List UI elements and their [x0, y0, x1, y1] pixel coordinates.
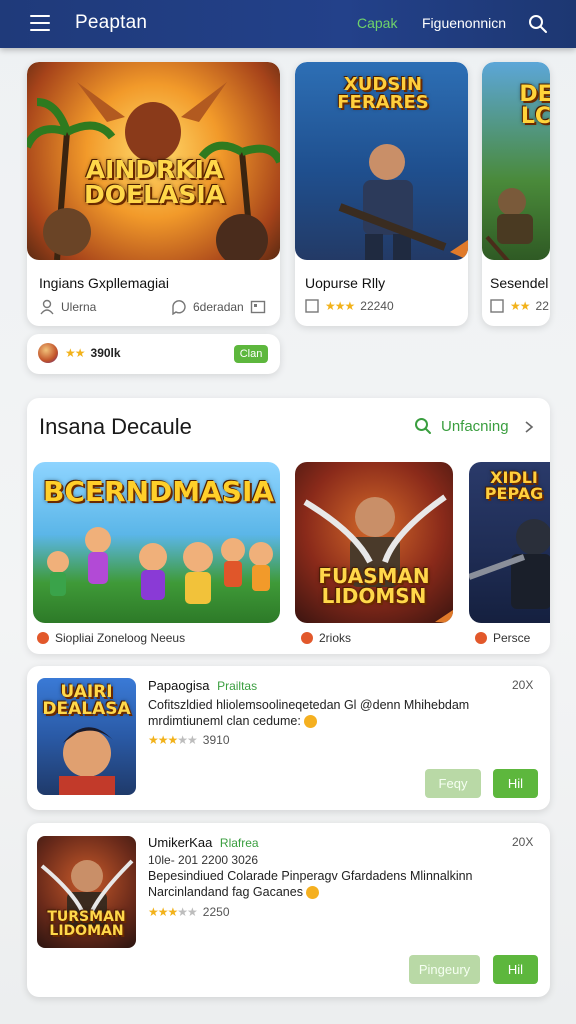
item-subdescription-text: Narcinlandand fag Gacanes: [148, 885, 303, 899]
star-rating: ★★★★★: [148, 905, 198, 919]
game-thumbnail[interactable]: XUDSIN FERARES: [295, 62, 468, 260]
item-count: 20X: [512, 835, 534, 849]
game-thumbnail[interactable]: BCERNDMASIA: [33, 462, 280, 623]
rating-meta: ★★★★★ 2250: [148, 905, 230, 919]
game-thumbnail[interactable]: DE LC: [482, 62, 550, 260]
status-dot-icon: [301, 632, 313, 644]
list-item[interactable]: UAIRI DEALASA Papaogisa Prailtas 20X Cof…: [27, 666, 550, 810]
secondary-button[interactable]: Feqy: [425, 769, 481, 798]
item-tag: Prailtas: [217, 679, 258, 693]
rating-count: 390lk: [90, 346, 121, 360]
game-card[interactable]: AINDRKIA DOELASIA Ingians Gxpllemagiai U…: [27, 62, 280, 326]
status-dot-icon: [37, 632, 49, 644]
game-art-title: TURSMAN LIDOMAN: [47, 909, 126, 939]
game-title: Uopurse Rlly: [305, 275, 386, 291]
star-rating: ★★: [510, 299, 530, 313]
author-meta: Ulerna: [39, 299, 96, 315]
item-date: 10le- 201 2200 3026: [148, 853, 259, 867]
star-rating: ★★★★★: [148, 733, 198, 747]
rating-count: 22: [535, 299, 549, 313]
nav-tab-active[interactable]: Capak: [357, 15, 397, 31]
featured-section: Insana Decaule Unfacning BCERNDMASIA Sio…: [27, 398, 550, 654]
rating-meta: ★★★ 22240: [305, 299, 394, 313]
game-art-title: XUDSIN FERARES: [337, 74, 429, 113]
game-thumbnail[interactable]: TURSMAN LIDOMAN: [37, 836, 136, 948]
avatar: [38, 343, 58, 363]
star-rating: ★★: [65, 346, 85, 360]
game-thumbnail[interactable]: AINDRKIA DOELASIA: [27, 62, 280, 260]
app-title: Peaptan: [75, 12, 148, 33]
comments-label: 6deradan: [193, 300, 244, 314]
status-dot-icon: [475, 632, 487, 644]
game-meta: 2rioks: [301, 631, 351, 645]
rating-count: 3910: [202, 733, 230, 747]
checkbox-icon[interactable]: [490, 299, 504, 313]
emoji-icon: [306, 886, 320, 900]
see-more-link[interactable]: Unfacning: [441, 418, 509, 435]
item-description: Cofitszldied hliolemsoolineqetedan Gl @d…: [148, 698, 470, 712]
game-art-title: AINDRKIA DOELASIA: [83, 155, 225, 209]
game-art-title: FUASMAN LIDOMSN: [318, 564, 430, 608]
item-subdescription: mrdimtiuneml clan cedume:: [148, 714, 318, 729]
game-title: Ingians Gxpllemagiai: [39, 275, 169, 291]
section-title: Insana Decaule: [39, 414, 192, 439]
author-name: Ulerna: [61, 300, 97, 314]
rating-card: ★★ 390lk Clan: [27, 334, 280, 374]
user-icon: [40, 299, 54, 315]
game-label: 2rioks: [319, 631, 352, 645]
game-thumbnail[interactable]: UAIRI DEALASA: [37, 678, 136, 795]
secondary-button[interactable]: Pingeury: [409, 955, 480, 984]
game-label: Persce: [493, 631, 531, 645]
primary-button[interactable]: Hil: [493, 955, 538, 984]
item-title: UmikerKaa: [148, 835, 213, 850]
clan-button[interactable]: Clan: [234, 345, 268, 363]
primary-button[interactable]: Hil: [493, 769, 538, 798]
menu-icon[interactable]: [30, 15, 50, 31]
game-label: Siopliai Zoneloog Neeus: [55, 631, 186, 645]
game-title: Sesendel: [490, 275, 549, 291]
game-meta: Siopliai Zoneloog Neeus: [37, 631, 185, 645]
list-title: Papaogisa Prailtas: [148, 678, 257, 693]
emoji-icon: [304, 715, 318, 729]
game-thumbnail[interactable]: FUASMAN LIDOMSN: [295, 462, 453, 623]
game-meta: Persce: [475, 631, 530, 645]
game-card[interactable]: DE LC Sesendel ★★ 22: [482, 62, 550, 326]
rating-meta: ★★★★★ 3910: [148, 733, 230, 747]
rating-meta: ★★ 390lk: [65, 346, 121, 360]
list-title: UmikerKaa Rlafrea: [148, 835, 259, 850]
search-icon[interactable]: [414, 417, 432, 435]
rating-meta: ★★ 22: [490, 299, 549, 313]
game-card[interactable]: XUDSIN FERARES Uopurse Rlly ★★★ 22240: [295, 62, 468, 326]
game-art-title: DE LC: [519, 82, 550, 129]
item-subdescription: Narcinlandand fag Gacanes: [148, 885, 320, 900]
list-item[interactable]: TURSMAN LIDOMAN UmikerKaa Rlafrea 20X 10…: [27, 823, 550, 997]
search-icon[interactable]: [528, 14, 548, 34]
game-art-title: XIDLI PEPAG: [484, 468, 544, 503]
top-app-bar: Peaptan Capak Figuenonnicn: [0, 0, 576, 48]
comments-meta: 6deradan: [171, 299, 266, 315]
rating-count: 2250: [202, 905, 230, 919]
item-title: Papaogisa: [148, 678, 210, 693]
checkbox-icon[interactable]: [305, 299, 319, 313]
game-art-title: UAIRI DEALASA: [42, 682, 131, 719]
star-rating: ★★★: [325, 299, 355, 313]
item-count: 20X: [512, 678, 534, 692]
rating-count: 22240: [360, 299, 394, 313]
game-art-title: BCERNDMASIA: [43, 475, 275, 508]
item-subdescription-text: mrdimtiuneml clan cedume:: [148, 714, 301, 728]
nav-tab[interactable]: Figuenonnicn: [422, 15, 506, 31]
item-tag: Rlafrea: [219, 836, 259, 850]
comment-icon: [172, 300, 186, 315]
chevron-right-icon[interactable]: [524, 420, 534, 434]
item-description: Bepesindiued Colarade Pinperagv Gfardade…: [148, 869, 473, 883]
game-thumbnail[interactable]: XIDLI PEPAG: [469, 462, 550, 623]
gallery-icon[interactable]: [250, 299, 266, 315]
